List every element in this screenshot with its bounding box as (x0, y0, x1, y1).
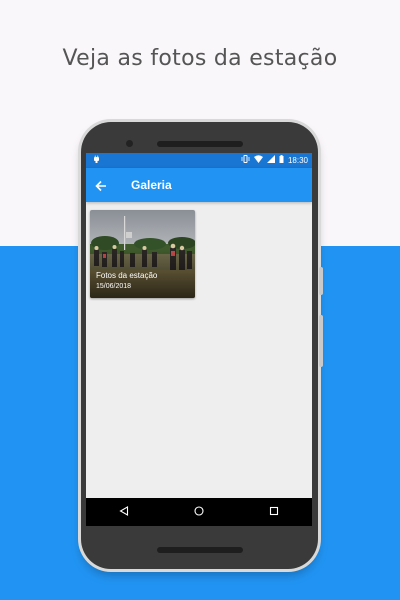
back-triangle-icon[interactable] (119, 505, 129, 519)
phone-screen: 18:30 Galeria Fotos da estação 15/06/201… (86, 153, 312, 526)
power-button (319, 315, 323, 367)
arrow-left-icon[interactable] (95, 168, 107, 202)
app-bar: Galeria (86, 168, 312, 202)
earpiece-speaker (157, 141, 243, 147)
phone-frame: 18:30 Galeria Fotos da estação 15/06/201… (81, 122, 323, 569)
recents-square-icon[interactable] (269, 506, 279, 519)
home-circle-icon[interactable] (194, 505, 204, 519)
system-nav-bar (86, 498, 312, 526)
volume-button (319, 267, 323, 295)
app-bar-title: Galeria (131, 178, 172, 192)
promo-headline: Veja as fotos da estação (62, 46, 338, 71)
album-date: 15/06/2018 (96, 283, 132, 290)
gallery-album-card[interactable]: Fotos da estação 15/06/2018 (90, 210, 195, 298)
wifi-icon (253, 153, 263, 168)
album-title: Fotos da estação (96, 271, 158, 280)
signal-icon (266, 153, 275, 168)
bottom-speaker (157, 547, 243, 553)
battery-icon (279, 153, 284, 168)
vibrate-icon (241, 153, 250, 168)
android-notification-icon (93, 153, 100, 168)
status-bar: 18:30 (86, 153, 312, 168)
front-camera (126, 140, 133, 147)
clock-time: 18:30 (287, 156, 308, 165)
